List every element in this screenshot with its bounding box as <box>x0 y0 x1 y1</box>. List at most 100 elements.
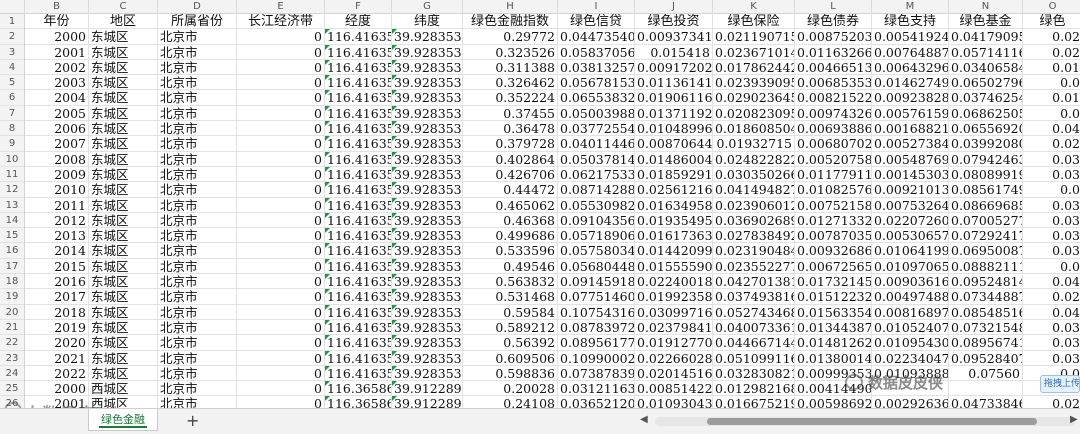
table-cell[interactable]: 2013 <box>25 228 89 244</box>
table-cell[interactable]: 北京市 <box>158 289 237 305</box>
table-cell[interactable]: 116.416357 <box>325 335 392 351</box>
column-header-cell[interactable]: 绿色支持 <box>872 14 949 30</box>
table-cell[interactable]: 0 <box>237 121 325 137</box>
table-cell[interactable]: 0.014812622 <box>795 335 872 351</box>
table-cell[interactable]: 0.007521583 <box>795 197 872 213</box>
table-cell[interactable]: 0.036902689 <box>713 212 795 229</box>
table-cell[interactable]: 0.010954301 <box>872 335 949 351</box>
table-cell[interactable]: 0.0 <box>1023 182 1080 198</box>
table-cell[interactable]: 0.025612165 <box>635 182 713 198</box>
column-header-cell[interactable]: 长江经济带 <box>237 14 325 30</box>
table-cell[interactable]: 0.01992358 <box>635 289 713 305</box>
table-cell[interactable]: 116.416357 <box>325 197 392 213</box>
table-cell[interactable]: 0.073215483 <box>949 319 1023 336</box>
table-cell[interactable]: 北京市 <box>158 319 237 336</box>
table-cell[interactable]: 0.065569205 <box>949 121 1023 137</box>
table-cell[interactable]: 东城区 <box>89 90 158 106</box>
table-cell[interactable]: 39.928353 <box>392 151 463 167</box>
table-cell[interactable]: 39.928353 <box>392 105 463 122</box>
table-cell[interactable]: 116.416357 <box>325 44 392 60</box>
table-cell[interactable]: 0.024822822 <box>713 151 795 167</box>
table-cell[interactable]: 0.085617494 <box>949 182 1023 198</box>
add-sheet-button[interactable]: + <box>186 411 199 430</box>
table-cell[interactable]: 东城区 <box>89 243 158 259</box>
table-cell[interactable]: 0.047338469 <box>949 396 1023 408</box>
table-cell[interactable]: 0.01082576 <box>795 182 872 198</box>
row-number[interactable]: 16 <box>0 243 24 259</box>
table-cell[interactable]: 116.416357 <box>325 212 392 229</box>
table-cell[interactable]: 0.008514222 <box>635 381 713 397</box>
row-number[interactable]: 17 <box>0 259 24 275</box>
table-cell[interactable]: 0.040073361 <box>713 319 795 336</box>
table-cell[interactable]: 东城区 <box>89 304 158 320</box>
table-cell[interactable]: 0.00937341 <box>635 29 713 45</box>
table-cell[interactable]: 北京市 <box>158 212 237 229</box>
table-cell[interactable]: 0.010641999 <box>872 243 949 259</box>
table-cell[interactable]: 116.416357 <box>325 289 392 305</box>
table-cell[interactable]: 0.087142884 <box>558 182 635 198</box>
table-cell[interactable]: 0 <box>237 212 325 229</box>
table-cell[interactable]: 2005 <box>25 105 89 122</box>
table-cell[interactable]: 0.041790956 <box>949 29 1023 45</box>
table-cell[interactable]: 116.416357 <box>325 258 392 275</box>
table-cell[interactable]: 0.022340477 <box>872 350 949 366</box>
table-cell[interactable]: 0.027838492 <box>713 228 795 244</box>
table-cell[interactable]: 0.010524077 <box>872 319 949 336</box>
table-cell[interactable]: 0.04 <box>1023 274 1080 290</box>
table-cell[interactable]: 2010 <box>25 182 89 198</box>
table-cell[interactable]: 东城区 <box>89 365 158 382</box>
table-cell[interactable]: 2003 <box>25 75 89 91</box>
table-cell[interactable]: 北京市 <box>158 166 237 183</box>
table-cell[interactable]: 0.037493816 <box>713 289 795 305</box>
table-cell[interactable]: 0.012982168 <box>713 381 795 397</box>
column-header-cell[interactable]: 绿色保险 <box>713 14 795 30</box>
table-cell[interactable]: 0.056804489 <box>558 258 635 275</box>
table-cell[interactable]: 0.005273849 <box>872 136 949 152</box>
table-cell[interactable]: 0.055309824 <box>558 197 635 213</box>
table-cell[interactable]: 0.598836 <box>463 365 558 382</box>
table-cell[interactable]: 116.416357 <box>325 166 392 183</box>
table-cell[interactable]: 0.49546 <box>463 258 558 275</box>
table-cell[interactable]: 0.079424638 <box>949 151 1023 167</box>
table-cell[interactable]: 东城区 <box>89 136 158 152</box>
column-letter-f[interactable]: F <box>325 0 392 14</box>
table-cell[interactable]: 0.052743468 <box>713 304 795 320</box>
table-cell[interactable]: 0.352224 <box>463 90 558 106</box>
row-number[interactable]: 9 <box>0 136 24 152</box>
table-cell[interactable]: 北京市 <box>158 90 237 106</box>
spreadsheet-grid[interactable]: BCDEFGHIJKLMNO 1 2 3 4 5 6 7 8 9 10 11 12 13 14 15 16 17… <box>0 0 1080 408</box>
drag-upload-button[interactable]: 拖拽上传 <box>1040 375 1080 393</box>
table-cell[interactable]: 北京市 <box>158 258 237 275</box>
table-cell[interactable]: 0.008168979 <box>872 304 949 320</box>
table-cell[interactable]: 0.008215228 <box>795 90 872 106</box>
table-cell[interactable]: 2006 <box>25 121 89 137</box>
table-cell[interactable]: 0.044735407 <box>558 29 635 45</box>
table-cell[interactable]: 0.038132574 <box>558 59 635 76</box>
table-cell[interactable]: 0.014860041 <box>635 151 713 167</box>
table-cell[interactable]: 0.030350266 <box>713 166 795 183</box>
table-cell[interactable]: 0.044667144 <box>713 335 795 351</box>
table-cell[interactable]: 0 <box>237 365 325 382</box>
table-cell[interactable]: 39.928353 <box>392 121 463 137</box>
table-cell[interactable]: 北京市 <box>158 396 237 408</box>
table-cell[interactable]: 116.416357 <box>325 29 392 45</box>
table-cell[interactable]: 0.03 <box>1023 243 1080 259</box>
table-cell[interactable]: 2002 <box>25 59 89 76</box>
table-cell[interactable]: 0.007532645 <box>872 197 949 213</box>
table-cell[interactable]: 东城区 <box>89 212 158 229</box>
table-cell[interactable]: 0.01 <box>1023 60 1080 76</box>
column-header-cell[interactable]: 绿色投资 <box>635 14 713 30</box>
table-cell[interactable]: 2001 <box>25 44 89 60</box>
table-cell[interactable]: 0.01932715 <box>713 136 795 152</box>
table-cell[interactable]: 39.928353 <box>392 166 463 183</box>
table-cell[interactable]: 2018 <box>25 304 89 320</box>
table-cell[interactable]: 0.44472 <box>463 182 558 198</box>
table-cell[interactable]: 0.02 <box>1023 45 1080 60</box>
table-cell[interactable]: 0.05003988 <box>558 105 635 122</box>
table-cell[interactable]: 东城区 <box>89 59 158 76</box>
table-cell[interactable]: 2000 <box>25 381 89 397</box>
row-number[interactable]: 22 <box>0 335 24 351</box>
table-cell[interactable]: 0.017321456 <box>795 274 872 290</box>
table-cell[interactable]: 2009 <box>25 166 89 183</box>
table-cell[interactable]: 0.011361417 <box>635 75 713 91</box>
